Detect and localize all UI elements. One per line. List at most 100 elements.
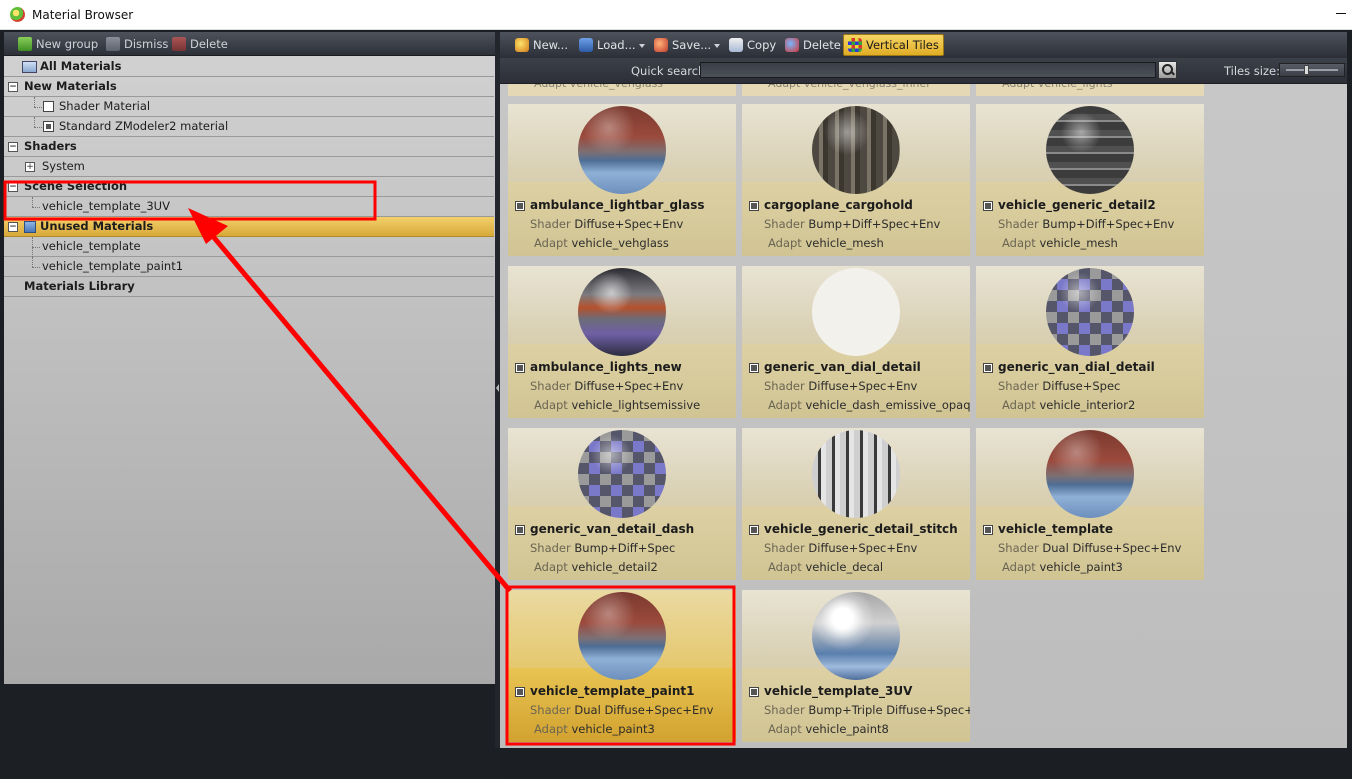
material-checkbox[interactable] [749,201,759,211]
adapt-value: vehicle_vehglass [570,84,663,90]
slider-thumb[interactable] [1304,65,1309,75]
collapse-arrow-icon[interactable] [496,384,499,392]
material-adapt: Adapt vehicle_paint3 [1002,560,1123,574]
tree-item-scene-material[interactable]: vehicle_template_3UV [4,197,494,217]
adapt-key: Adapt [534,560,568,574]
material-adapt: Adapt vehicle_paint8 [768,722,889,736]
delete-icon [785,38,799,52]
dismiss-icon [106,37,120,51]
vertical-tiles-toggle[interactable]: Vertical Tiles [843,34,944,56]
shader-key: Shader [764,703,805,717]
tree-item-materials-library[interactable]: Materials Library [4,277,494,297]
adapt-key: Adapt [768,398,802,412]
new-material-button[interactable]: New... [515,37,568,53]
material-checkbox[interactable] [749,687,759,697]
tiles-size-slider[interactable] [1279,63,1345,77]
title-bar: Material Browser [0,0,1352,30]
material-tile[interactable]: generic_van_detail_dash Shader Bump+Diff+… [508,428,736,580]
load-button[interactable]: Load... [579,37,636,53]
material-shader: Shader Bump+Diff+Spec+Env [998,217,1174,231]
material-checkbox[interactable] [983,525,993,535]
dismiss-button[interactable]: Dismiss [106,36,168,52]
tree-item-unused-1[interactable]: vehicle_template [4,237,494,257]
material-preview-sphere [578,592,666,680]
material-tile[interactable]: vehicle_generic_detail2 Shader Bump+Diff+… [976,104,1204,256]
adapt-key: Adapt [534,722,568,736]
partial-tile[interactable]: Adapt vehicle_vehglass [508,84,736,96]
material-tiles-grid: Adapt vehicle_vehglassAdapt vehicle_vehg… [500,84,1347,748]
material-tile[interactable]: vehicle_template Shader Dual Diffuse+Spec… [976,428,1204,580]
quick-search-input[interactable] [700,62,1156,78]
material-tile[interactable]: vehicle_generic_detail_stitch Shader Diff… [742,428,970,580]
adapt-key: Adapt [768,236,802,250]
tree-item-system[interactable]: + System [4,157,494,177]
adapt-key: Adapt [1002,236,1036,250]
tree-item-shaders[interactable]: − Shaders [4,137,494,157]
search-icon[interactable] [1158,61,1177,79]
tree-item-all-materials[interactable]: All Materials [4,57,494,77]
load-dropdown-icon[interactable] [639,44,645,48]
material-tile[interactable]: vehicle_template_3UV Shader Bump+Triple D… [742,590,970,742]
collapse-icon[interactable]: − [8,222,18,232]
adapt-value: vehicle_vehglass [571,236,669,250]
material-preview-sphere [812,430,900,518]
left-toolbar: New group Dismiss Delete [4,32,495,56]
partial-tile[interactable]: Adapt vehicle_lights [976,84,1204,96]
material-checkbox[interactable] [515,687,525,697]
material-preview-sphere [578,106,666,194]
material-tile[interactable]: generic_van_dial_detail Shader Diffuse+Sp… [742,266,970,418]
copy-icon [729,38,743,52]
material-shader: Shader Dual Diffuse+Spec+Env [998,541,1181,555]
adapt-value: vehicle_paint8 [805,722,889,736]
save-button[interactable]: Save... [654,37,711,53]
delete-group-button[interactable]: Delete [172,36,228,52]
shader-key: Shader [530,541,571,555]
collapse-icon[interactable]: − [8,82,18,92]
materials-tree: All Materials − New Materials Shader Mat… [4,57,494,297]
adapt-value: vehicle_vehglass_inner [804,84,931,90]
adapt-key: Adapt [534,84,566,90]
shader-key: Shader [764,217,805,231]
material-shader: Shader Diffuse+Spec+Env [764,541,917,555]
material-checkbox[interactable] [515,363,525,373]
partial-tile-adapt: Adapt vehicle_lights [1002,84,1113,90]
material-checkbox[interactable] [43,101,54,112]
collapse-icon[interactable]: − [8,182,18,192]
shader-key: Shader [764,379,805,393]
tiles-toolbar: New... Load... Save... Copy Delete Verti… [500,32,1347,58]
tree-item-unused-2[interactable]: vehicle_template_paint1 [4,257,494,277]
adapt-value: vehicle_paint3 [571,722,655,736]
minimize-button[interactable] [1336,13,1346,14]
delete-material-button[interactable]: Delete [785,37,841,53]
tree-item-unused-materials[interactable]: − Unused Materials [4,217,494,237]
material-checkbox[interactable] [983,363,993,373]
material-tile[interactable]: cargoplane_cargohold Shader Bump+Diff+Spe… [742,104,970,256]
material-name: generic_van_detail_dash [530,522,695,536]
material-checkbox[interactable] [515,525,525,535]
material-checkbox[interactable] [983,201,993,211]
tree-item-new-materials[interactable]: − New Materials [4,77,494,97]
tree-item-shader-material[interactable]: Shader Material [4,97,494,117]
shader-value: Diffuse+Spec+Env [574,217,684,231]
adapt-value: vehicle_mesh [805,236,884,250]
collapse-icon[interactable]: − [8,142,18,152]
new-group-button[interactable]: New group [18,36,98,52]
material-tile[interactable]: ambulance_lights_new Shader Diffuse+Spec+… [508,266,736,418]
material-checkbox[interactable] [515,201,525,211]
material-checkbox[interactable] [749,525,759,535]
save-dropdown-icon[interactable] [714,44,720,48]
copy-button[interactable]: Copy [729,37,776,53]
material-adapt: Adapt vehicle_mesh [1002,236,1118,250]
material-name: ambulance_lights_new [530,360,682,374]
material-name: vehicle_generic_detail_stitch [764,522,958,536]
material-checkbox[interactable] [43,121,54,132]
load-icon [579,38,593,52]
tree-item-standard-material[interactable]: Standard ZModeler2 material [4,117,494,137]
tree-item-scene-selection[interactable]: − Scene Selection [4,177,494,197]
material-checkbox[interactable] [749,363,759,373]
material-tile[interactable]: generic_van_dial_detail Shader Diffuse+Sp… [976,266,1204,418]
expand-icon[interactable]: + [25,162,35,172]
material-tile[interactable]: vehicle_template_paint1 Shader Dual Diffu… [508,590,736,742]
partial-tile[interactable]: Adapt vehicle_vehglass_inner [742,84,970,96]
material-tile[interactable]: ambulance_lightbar_glass Shader Diffuse+S… [508,104,736,256]
